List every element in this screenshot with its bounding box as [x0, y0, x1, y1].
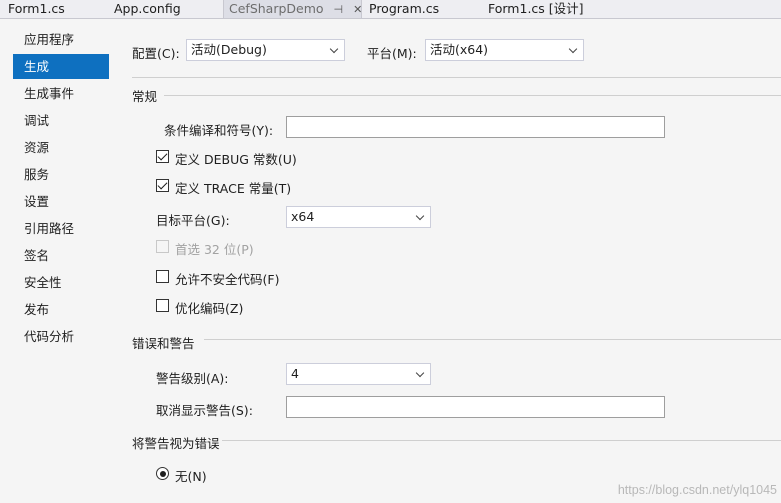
- document-tab-bar: Form1.cs App.config CefSharpDemo ⊣ ✕ Pro…: [0, 0, 781, 19]
- section-divider: [164, 95, 781, 96]
- treat-warnings-none-label: 无(N): [175, 469, 207, 484]
- section-title-general: 常规: [132, 89, 158, 104]
- optimize-code-checkbox[interactable]: [156, 299, 169, 312]
- sidebar-item-label: 代码分析: [24, 329, 75, 344]
- sidebar-item-build-events[interactable]: 生成事件: [13, 81, 109, 106]
- tab-label: App.config: [114, 1, 181, 16]
- sidebar-item-label: 资源: [24, 140, 50, 155]
- section-divider: [222, 440, 781, 441]
- target-platform-label: 目标平台(G):: [156, 213, 230, 228]
- section-divider: [204, 339, 781, 340]
- warning-level-label: 警告级别(A):: [156, 371, 229, 386]
- checkmark-icon: [157, 179, 168, 190]
- tab-form1-cs[interactable]: Form1.cs: [8, 0, 65, 18]
- sidebar-item-build[interactable]: 生成: [13, 54, 128, 79]
- sidebar-item-signing[interactable]: 签名: [13, 243, 109, 268]
- sidebar-item-label: 引用路径: [24, 221, 75, 236]
- sidebar-item-label: 调试: [24, 113, 50, 128]
- sidebar-item-debug[interactable]: 调试: [13, 108, 109, 133]
- watermark-url: https://blog.csdn.net/ylq1045: [617, 483, 777, 497]
- allow-unsafe-label: 允许不安全代码(F): [175, 272, 280, 287]
- sidebar-item-label: 设置: [24, 194, 50, 209]
- treat-warnings-none-radio[interactable]: [156, 467, 169, 480]
- define-trace-checkbox[interactable]: [156, 179, 169, 192]
- header-divider: [132, 77, 781, 78]
- sidebar-item-services[interactable]: 服务: [13, 162, 109, 187]
- allow-unsafe-checkbox[interactable]: [156, 270, 169, 283]
- sidebar-item-code-analysis[interactable]: 代码分析: [13, 324, 109, 349]
- sidebar-item-label: 生成: [24, 59, 50, 74]
- platform-dropdown[interactable]: 活动(x64): [425, 39, 584, 61]
- sidebar-item-resources[interactable]: 资源: [13, 135, 109, 160]
- tab-label: CefSharpDemo: [229, 1, 324, 16]
- prefer-32bit-checkbox: [156, 240, 169, 253]
- close-icon[interactable]: ✕: [353, 1, 362, 19]
- target-platform-dropdown[interactable]: x64: [286, 206, 431, 228]
- warning-level-dropdown[interactable]: 4: [286, 363, 431, 385]
- chevron-down-icon: [329, 44, 339, 54]
- sidebar-item-security[interactable]: 安全性: [13, 270, 109, 295]
- sidebar-item-application[interactable]: 应用程序: [13, 27, 109, 52]
- chevron-down-icon: [415, 368, 425, 378]
- sidebar-item-settings[interactable]: 设置: [13, 189, 109, 214]
- radio-selected-dot: [159, 470, 166, 477]
- prefer-32bit-label: 首选 32 位(P): [175, 242, 254, 257]
- pin-icon[interactable]: ⊣: [334, 1, 344, 19]
- section-title-treat-warnings: 将警告视为错误: [132, 436, 220, 451]
- tab-label: Form1.cs [设计]: [488, 1, 584, 16]
- config-dropdown[interactable]: 活动(Debug): [186, 39, 345, 61]
- tab-app-config[interactable]: App.config: [114, 0, 181, 18]
- define-debug-checkbox[interactable]: [156, 150, 169, 163]
- checkmark-icon: [157, 150, 168, 161]
- sidebar-item-label: 服务: [24, 167, 50, 182]
- sidebar-item-label: 发布: [24, 302, 50, 317]
- tab-cefsharpdemo[interactable]: CefSharpDemo ⊣ ✕: [223, 0, 362, 18]
- platform-label: 平台(M):: [367, 46, 417, 61]
- chevron-down-icon: [415, 211, 425, 221]
- property-sidebar: 应用程序 生成 生成事件 调试 资源 服务 设置 引用路径 签名 安全性 发布 …: [0, 19, 128, 503]
- tab-program-cs[interactable]: Program.cs: [369, 0, 439, 18]
- define-trace-label: 定义 TRACE 常量(T): [175, 181, 292, 196]
- tab-label: Program.cs: [369, 1, 440, 16]
- sidebar-item-label: 应用程序: [24, 32, 75, 47]
- warning-level-value: 4: [291, 366, 299, 381]
- sidebar-item-reference-paths[interactable]: 引用路径: [13, 216, 109, 241]
- config-label: 配置(C):: [132, 46, 180, 61]
- tab-form1-designer[interactable]: Form1.cs [设计]: [488, 0, 584, 18]
- conditional-symbols-label: 条件编译和符号(Y):: [164, 123, 274, 138]
- suppress-warnings-input[interactable]: [286, 396, 665, 418]
- suppress-warnings-label: 取消显示警告(S):: [156, 403, 253, 418]
- sidebar-item-label: 签名: [24, 248, 50, 263]
- target-platform-value: x64: [291, 209, 315, 224]
- sidebar-item-publish[interactable]: 发布: [13, 297, 109, 322]
- build-settings-panel: 配置(C): 活动(Debug) 平台(M): 活动(x64) 常规 条件编译和…: [116, 19, 781, 503]
- section-title-errors-warnings: 错误和警告: [132, 336, 195, 351]
- define-debug-label: 定义 DEBUG 常数(U): [175, 152, 297, 167]
- tab-label: Form1.cs: [8, 1, 65, 16]
- config-value: 活动(Debug): [191, 42, 267, 57]
- conditional-symbols-input[interactable]: [286, 116, 665, 138]
- sidebar-item-label: 安全性: [24, 275, 62, 290]
- chevron-down-icon: [568, 44, 578, 54]
- optimize-code-label: 优化编码(Z): [175, 301, 244, 316]
- sidebar-item-label: 生成事件: [24, 86, 75, 101]
- platform-value: 活动(x64): [430, 42, 489, 57]
